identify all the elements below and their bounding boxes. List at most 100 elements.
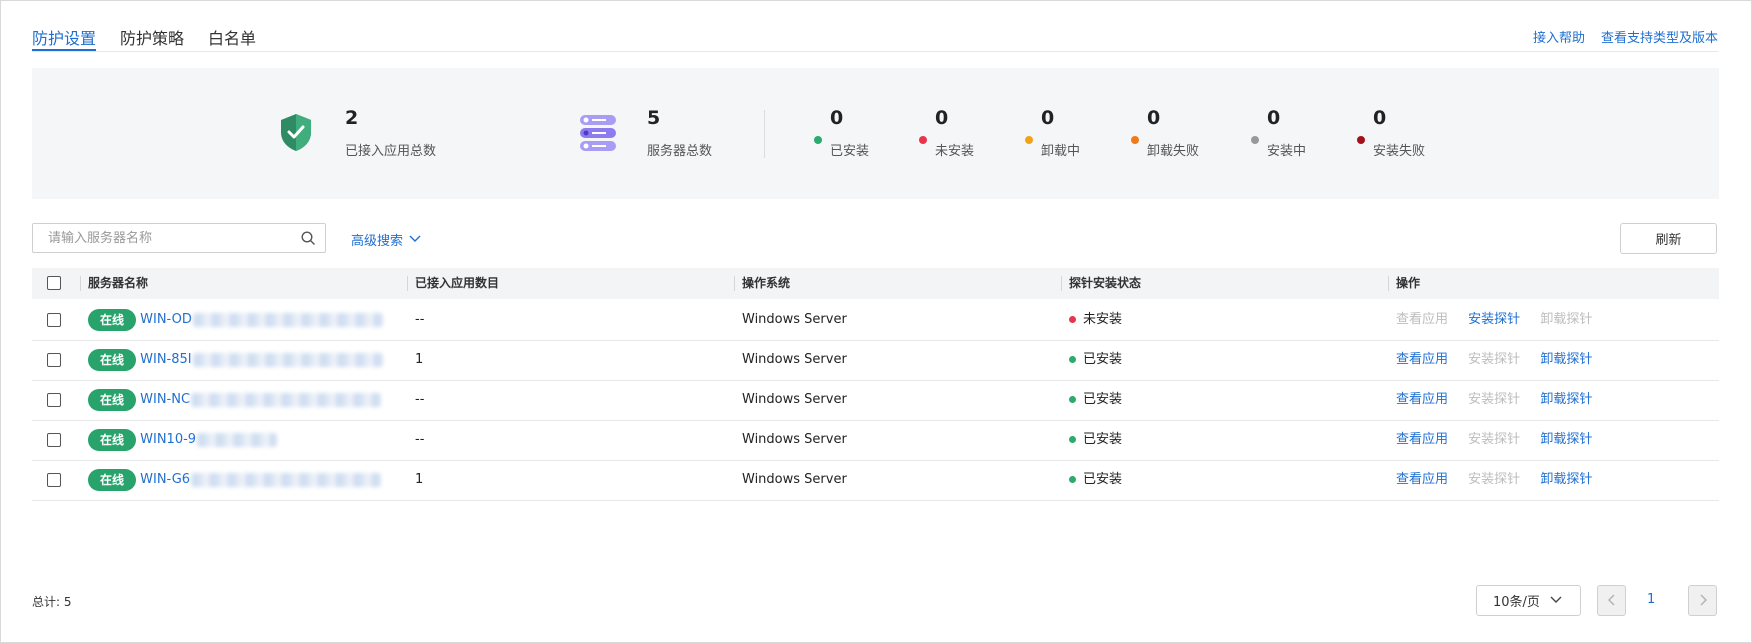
header-separator: [1388, 276, 1389, 291]
server-name-cell: 在线 WIN-NC: [88, 380, 382, 420]
row-checkbox[interactable]: [47, 313, 61, 327]
apps-total-value: 2: [345, 107, 359, 129]
probe-status-cell: 已安装: [1069, 340, 1122, 380]
os-cell: Windows Server: [742, 472, 847, 487]
app-count-cell: --: [415, 392, 425, 407]
redacted-text: [197, 432, 278, 447]
tab-protection-settings[interactable]: 防护设置: [32, 25, 97, 51]
install-probe-action[interactable]: 安装探针: [1468, 352, 1520, 367]
col-actions: 操作: [1396, 276, 1421, 290]
view-apps-action[interactable]: 查看应用: [1396, 352, 1448, 367]
status-uninstall-failed-label: 卸载失败: [1147, 144, 1200, 159]
view-apps-action[interactable]: 查看应用: [1396, 472, 1448, 487]
view-apps-action[interactable]: 查看应用: [1396, 312, 1448, 327]
status-dot: [1069, 316, 1076, 323]
prev-page-button[interactable]: [1597, 585, 1626, 616]
header-separator: [407, 276, 408, 291]
col-probe-status: 探针安装状态: [1069, 276, 1142, 290]
shield-check-icon: [279, 112, 313, 156]
top-links: 接入帮助 查看支持类型及版本: [1533, 27, 1718, 46]
status-dot-not-installed: [919, 129, 927, 148]
server-stack-icon: [579, 113, 617, 157]
probe-status-cell: 已安装: [1069, 380, 1122, 420]
total-count: 总计: 5: [32, 595, 72, 609]
tab-protection-policy[interactable]: 防护策略: [120, 25, 184, 51]
table-header: 服务器名称 已接入应用数目 操作系统 探针安装状态 操作: [32, 268, 1719, 299]
install-probe-action[interactable]: 安装探针: [1468, 432, 1520, 447]
uninstall-probe-action[interactable]: 卸载探针: [1540, 312, 1592, 327]
next-page-button[interactable]: [1688, 585, 1717, 616]
status-dot-uninstall-failed: [1131, 129, 1139, 148]
app-count-cell: 1: [415, 352, 424, 367]
status-uninstalling-label: 卸载中: [1041, 144, 1081, 159]
page-size-value: 10条/页: [1493, 595, 1540, 610]
status-dot: [1069, 476, 1076, 483]
probe-status-text: 已安装: [1083, 392, 1123, 407]
online-badge: 在线: [88, 428, 136, 451]
advanced-search-toggle[interactable]: 高级搜索: [351, 230, 421, 249]
chevron-down-icon: [409, 232, 421, 247]
chevron-left-icon: [1607, 591, 1616, 610]
probe-status-text: 未安装: [1083, 312, 1123, 327]
install-probe-action[interactable]: 安装探针: [1468, 312, 1520, 327]
tab-whitelist[interactable]: 白名单: [208, 25, 256, 51]
status-dot-installed: [814, 129, 822, 148]
col-os: 操作系统: [742, 276, 791, 290]
header-separator: [80, 276, 81, 291]
col-app-count: 已接入应用数目: [415, 276, 500, 290]
tab-bar: 防护设置 防护策略 白名单: [32, 25, 256, 51]
redacted-text: [191, 472, 382, 487]
page-size-select[interactable]: 10条/页: [1476, 585, 1581, 616]
status-uninstalling-value: 0: [1041, 107, 1055, 129]
status-install-failed-label: 安装失败: [1373, 144, 1426, 159]
view-apps-action[interactable]: 查看应用: [1396, 392, 1448, 407]
redacted-text: [192, 352, 383, 367]
status-dot-uninstalling: [1025, 129, 1033, 148]
row-checkbox[interactable]: [47, 393, 61, 407]
server-name-link[interactable]: WIN-OD: [140, 312, 192, 327]
view-apps-action[interactable]: 查看应用: [1396, 432, 1448, 447]
uninstall-probe-action[interactable]: 卸载探针: [1540, 472, 1592, 487]
status-dot: [1069, 436, 1076, 443]
uninstall-probe-action[interactable]: 卸载探针: [1540, 352, 1592, 367]
uninstall-probe-action[interactable]: 卸载探针: [1540, 432, 1592, 447]
probe-status-text: 已安装: [1083, 432, 1123, 447]
refresh-button[interactable]: 刷新: [1620, 223, 1717, 254]
col-server-name: 服务器名称: [88, 276, 149, 290]
install-probe-action[interactable]: 安装探针: [1468, 392, 1520, 407]
online-badge: 在线: [88, 388, 136, 411]
server-name-cell: 在线 WIN-85I: [88, 340, 383, 380]
tab-divider: [32, 51, 1718, 52]
online-badge: 在线: [88, 308, 136, 331]
status-uninstall-failed-value: 0: [1147, 107, 1161, 129]
probe-status-cell: 已安装: [1069, 460, 1122, 500]
row-checkbox[interactable]: [47, 433, 61, 447]
server-name-link[interactable]: WIN10-9: [140, 432, 196, 447]
status-dot: [1069, 356, 1076, 363]
os-cell: Windows Server: [742, 392, 847, 407]
redacted-text: [192, 312, 383, 327]
probe-status-text: 已安装: [1083, 472, 1123, 487]
server-name-link[interactable]: WIN-85I: [140, 352, 191, 367]
server-name-link[interactable]: WIN-G6: [140, 472, 190, 487]
actions-cell: 查看应用 安装探针 卸载探针: [1396, 420, 1608, 460]
support-types-link[interactable]: 查看支持类型及版本: [1601, 27, 1718, 46]
page-number-current[interactable]: 1: [1647, 592, 1655, 607]
install-probe-action[interactable]: 安装探针: [1468, 472, 1520, 487]
uninstall-probe-action[interactable]: 卸载探针: [1540, 392, 1592, 407]
access-help-link[interactable]: 接入帮助: [1533, 27, 1585, 46]
search-icon[interactable]: [301, 231, 316, 250]
server-name-link[interactable]: WIN-NC: [140, 392, 190, 407]
server-search-input[interactable]: [33, 224, 288, 252]
os-cell: Windows Server: [742, 352, 847, 367]
row-checkbox[interactable]: [47, 353, 61, 367]
summary-divider: [764, 110, 765, 158]
redacted-text: [191, 392, 382, 407]
status-installed-label: 已安装: [830, 144, 870, 159]
select-all-checkbox[interactable]: [47, 276, 61, 290]
row-checkbox[interactable]: [47, 473, 61, 487]
header-separator: [1061, 276, 1062, 291]
servers-total-value: 5: [647, 107, 661, 129]
actions-cell: 查看应用 安装探针 卸载探针: [1396, 300, 1608, 340]
actions-cell: 查看应用 安装探针 卸载探针: [1396, 460, 1608, 500]
